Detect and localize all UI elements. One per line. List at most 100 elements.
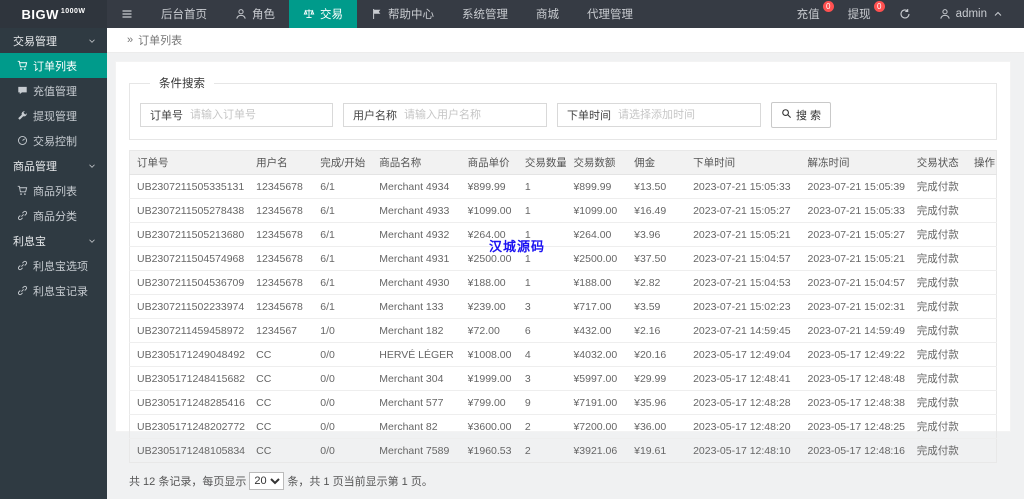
search-button[interactable]: 搜 索 <box>771 102 832 128</box>
sidebar-item-label: 商品分类 <box>33 210 77 223</box>
table-cell: ¥239.00 <box>460 294 518 319</box>
table-cell <box>966 414 997 439</box>
table-cell: ¥13.50 <box>627 174 687 199</box>
nav-item-label: 系统管理 <box>462 9 508 21</box>
table-row[interactable]: UB2305171248415682 CC 0/0 Merchant 304 ¥1999… <box>129 366 997 391</box>
sidebar-group-goods-mgmt[interactable]: 商品管理 <box>0 153 107 178</box>
table-cell: 完成付款 <box>909 366 967 391</box>
table-cell: Merchant 577 <box>372 390 461 415</box>
nav-item-label: 代理管理 <box>587 9 633 21</box>
nav-item-menu-toggle[interactable] <box>107 0 147 28</box>
table-cell: 2023-07-21 15:05:27 <box>686 198 801 223</box>
table-cell: 2023-07-21 15:04:57 <box>686 246 801 271</box>
table-cell: Merchant 133 <box>372 294 461 319</box>
table-cell: CC <box>249 342 314 367</box>
nav-item-trade[interactable]: 交易 <box>289 0 357 28</box>
nav-right-admin[interactable]: admin <box>925 0 1018 28</box>
table-cell: 12345678 <box>249 246 314 271</box>
nav-item-mall[interactable]: 商城 <box>522 0 573 28</box>
column-header: 下单时间 <box>686 150 801 175</box>
refresh-icon <box>899 8 911 20</box>
sidebar-group-trade-mgmt[interactable]: 交易管理 <box>0 28 107 53</box>
table-row[interactable]: UB2305171248285416 CC 0/0 Merchant 577 ¥799.… <box>129 390 997 415</box>
table-cell: ¥799.00 <box>460 390 518 415</box>
link-icon <box>17 260 28 271</box>
nav-item-roles[interactable]: 角色 <box>221 0 289 28</box>
nav-item-help-center[interactable]: 帮助中心 <box>357 0 448 28</box>
search-input-order-time[interactable] <box>618 104 760 126</box>
table-cell: ¥5997.00 <box>566 366 628 391</box>
nav-right-withdraw[interactable]: 提现 0 <box>834 0 885 28</box>
top-header: BIGW 1000W 后台首页 角色 交易 帮助中心 系统管理 商城 代理管理 充值 0 提现 0 a… <box>0 0 1024 28</box>
sidebar-item-order-list[interactable]: 订单列表 <box>0 53 107 78</box>
table-cell: 完成付款 <box>909 342 967 367</box>
sidebar-item-goods-category[interactable]: 商品分类 <box>0 203 107 228</box>
search-input-order-no[interactable] <box>190 104 332 126</box>
nav-item-system[interactable]: 系统管理 <box>448 0 522 28</box>
table-cell: UB2307211504536709 <box>129 270 250 295</box>
sidebar-item-goods-list[interactable]: 商品列表 <box>0 178 107 203</box>
search-fieldset: 条件搜索 订单号 用户名称 下单时间 搜 索 <box>129 75 997 140</box>
search-input-user-name[interactable] <box>404 104 546 126</box>
pagination-text-after: 条，共 1 页当前显示第 1 页。 <box>287 476 433 488</box>
sidebar-item-interest-options[interactable]: 利息宝选项 <box>0 253 107 278</box>
table-cell: Merchant 82 <box>372 414 461 439</box>
table-row[interactable]: UB2307211505213680 12345678 6/1 Merchant 49… <box>129 222 997 247</box>
sidebar-item-trade-control[interactable]: 交易控制 <box>0 128 107 153</box>
table-cell: ¥2500.00 <box>566 246 628 271</box>
table-row[interactable]: UB2307211504574968 12345678 6/1 Merchant 49… <box>129 246 997 271</box>
column-header: 交易状态 <box>909 150 967 175</box>
menu-icon <box>121 8 133 20</box>
table-cell: 12345678 <box>249 198 314 223</box>
nav-right-recharge[interactable]: 充值 0 <box>783 0 834 28</box>
table-row[interactable]: UB2305171248105834 CC 0/0 Merchant 7589 ¥196… <box>130 439 997 463</box>
breadcrumb: » 订单列表 <box>107 28 1024 53</box>
orders-table: 订单号 用户名 完成/开始 商品名称 商品单价 交易数量 交易数额 佣金 下单时间 解冻时间 交易状… <box>129 150 997 463</box>
sidebar-group-label: 利息宝 <box>13 235 46 248</box>
table-cell <box>966 270 997 295</box>
table-cell: 完成付款 <box>909 198 967 223</box>
table-header-row: 订单号 用户名 完成/开始 商品名称 商品单价 交易数量 交易数额 佣金 下单时间 解冻时间 交易状… <box>129 150 997 175</box>
table-cell: ¥899.99 <box>566 174 628 199</box>
table-cell: 完成付款 <box>916 445 959 457</box>
table-cell: ¥264.00 <box>566 222 628 247</box>
table-row[interactable]: UB2307211505278438 12345678 6/1 Merchant 49… <box>129 198 997 223</box>
sidebar-item-interest-records[interactable]: 利息宝记录 <box>0 278 107 303</box>
caret-down-icon <box>87 36 97 46</box>
table-row[interactable]: UB2307211504536709 12345678 6/1 Merchant 49… <box>129 270 997 295</box>
table-cell <box>966 198 997 223</box>
table-cell: 完成付款 <box>909 294 967 319</box>
table-row[interactable]: UB2305171249048492 CC 0/0 HERVÉ LÉGER ¥1008.… <box>129 342 997 367</box>
sidebar-item-recharge-mgmt[interactable]: 充值管理 <box>0 78 107 103</box>
table-cell: 完成付款 <box>909 270 967 295</box>
table-row[interactable]: UB2305171248202772 CC 0/0 Merchant 82 ¥3600.… <box>129 414 997 439</box>
table-cell: Merchant 4932 <box>372 222 461 247</box>
column-header: 操作 <box>966 150 997 175</box>
table-cell: 0/0 <box>320 444 335 457</box>
nav-item-home[interactable]: 后台首页 <box>147 0 221 28</box>
link-icon <box>17 210 28 221</box>
table-cell: ¥36.00 <box>627 414 687 439</box>
table-cell: 9 <box>517 390 567 415</box>
table-cell <box>966 294 997 319</box>
table-cell: ¥188.00 <box>566 270 628 295</box>
sidebar-group-interest[interactable]: 利息宝 <box>0 228 107 253</box>
table-cell: 1/0 <box>313 318 373 343</box>
table-row[interactable]: UB2307211459458972 1234567 1/0 Merchant 182… <box>129 318 997 343</box>
nav-item-agents[interactable]: 代理管理 <box>573 0 647 28</box>
nav-item-label: 商城 <box>536 9 559 21</box>
brand-name: BIGW <box>21 6 59 22</box>
sidebar-item-label: 充值管理 <box>33 85 77 98</box>
link-icon <box>17 285 28 296</box>
sidebar-item-withdraw-mgmt[interactable]: 提现管理 <box>0 103 107 128</box>
nav-right-refresh[interactable] <box>885 0 925 28</box>
column-header: 用户名 <box>249 150 314 175</box>
page-size-select[interactable]: 20 <box>249 472 285 490</box>
sidebar-item-label: 订单列表 <box>33 60 77 73</box>
table-cell: UB2307211459458972 <box>129 318 250 343</box>
table-cell: 2023-07-21 15:02:31 <box>800 294 910 319</box>
table-cell: ¥899.99 <box>460 174 518 199</box>
table-row[interactable]: UB2307211502233974 12345678 6/1 Merchant 13… <box>129 294 997 319</box>
search-legend: 条件搜索 <box>159 78 205 90</box>
table-row[interactable]: UB2307211505335131 12345678 6/1 Merchant 49… <box>129 174 997 199</box>
